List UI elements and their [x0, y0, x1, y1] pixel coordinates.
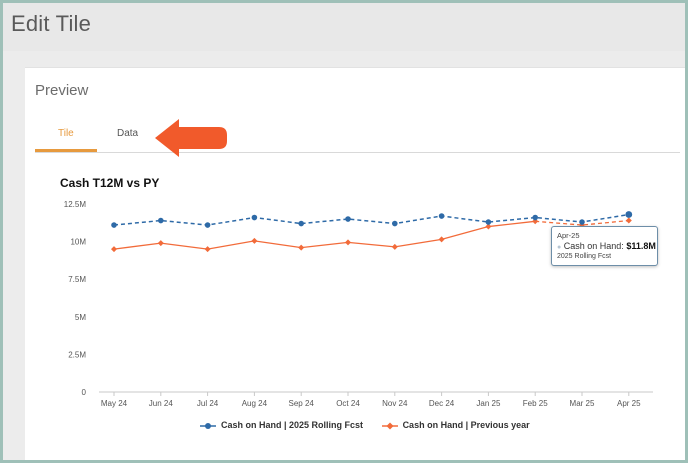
data-point-previous-year — [298, 244, 305, 251]
x-tick-label: Sep 24 — [289, 399, 315, 408]
x-tick-label: Jun 24 — [149, 399, 174, 408]
series-line-previous-year — [113, 220, 536, 250]
x-tick-label: Mar 25 — [570, 399, 595, 408]
x-tick-label: Jul 24 — [197, 399, 219, 408]
y-tick-label: 7.5M — [68, 275, 86, 284]
tooltip-dot-icon: ● — [557, 244, 562, 251]
data-point-rolling-fcst — [345, 216, 351, 222]
tooltip-series: 2025 Rolling Fcst — [557, 253, 612, 260]
data-point-rolling-fcst — [298, 220, 305, 227]
data-point-previous-year — [111, 246, 117, 253]
data-point-previous-year — [251, 237, 258, 244]
x-tick-label: May 24 — [101, 399, 128, 408]
y-tick-label: 12.5M — [64, 200, 87, 209]
y-tick-label: 0 — [82, 388, 87, 397]
data-point-rolling-fcst — [532, 214, 538, 221]
data-point-rolling-fcst — [438, 213, 445, 219]
data-point-previous-year — [157, 240, 164, 247]
edit-tile-window: Edit Tile Preview Tile Data Cash T12M vs… — [3, 3, 685, 460]
preview-card: Preview Tile Data Cash T12M vs PY 0 2.5M 5… — [25, 67, 685, 460]
x-tick-label: Dec 24 — [429, 399, 455, 408]
tooltip-value-line: ● Cash on Hand: $11.8M — [557, 241, 656, 251]
data-point-previous-year — [391, 243, 398, 250]
y-tick-label: 2.5M — [68, 350, 86, 359]
x-tick-label: Oct 24 — [336, 399, 360, 408]
data-point-previous-year — [438, 236, 445, 243]
chart-tooltip: Apr-25 ● Cash on Hand: $11.8M 2025 Rolli… — [551, 226, 658, 266]
legend-item-previous-year[interactable]: Cash on Hand | Previous year — [381, 420, 530, 430]
legend-item-rolling-fcst[interactable]: Cash on Hand | 2025 Rolling Fcst — [200, 420, 363, 430]
data-point-rolling-fcst — [625, 211, 633, 218]
x-tick-label: Apr 25 — [617, 399, 641, 408]
series-line-rolling-fcst — [113, 213, 629, 226]
x-tick-label: Feb 25 — [523, 399, 548, 408]
tooltip-value: $11.8M — [626, 241, 656, 251]
data-point-rolling-fcst — [111, 222, 117, 228]
data-point-previous-year — [625, 217, 632, 224]
x-tick-label: Jan 25 — [476, 399, 501, 408]
legend-label: Cash on Hand | 2025 Rolling Fcst — [221, 420, 364, 430]
data-point-rolling-fcst — [485, 219, 492, 225]
x-tick-label: Aug 24 — [242, 399, 268, 408]
data-point-previous-year — [204, 246, 211, 253]
header-bar: Edit Tile — [3, 3, 685, 51]
data-point-rolling-fcst — [204, 222, 211, 228]
page-title: Edit Tile — [11, 11, 92, 36]
legend-label: Cash on Hand | Previous year — [402, 420, 530, 430]
tooltip-metric: Cash on Hand — [563, 241, 622, 251]
data-point-rolling-fcst — [579, 219, 585, 225]
data-point-previous-year — [345, 239, 351, 246]
legend-diamond-marker-icon — [381, 422, 398, 430]
x-tick-label: Nov 24 — [382, 399, 408, 408]
y-tick-label: 5M — [75, 313, 86, 322]
chart-legend: Cash on Hand | 2025 Rolling Fcst Cash on… — [200, 420, 546, 434]
data-point-rolling-fcst — [251, 214, 258, 221]
data-point-rolling-fcst — [392, 220, 398, 227]
tooltip-date: Apr-25 — [557, 231, 580, 240]
legend-circle-marker-icon — [200, 422, 216, 429]
y-tick-label: 10M — [70, 238, 86, 247]
data-point-rolling-fcst — [158, 217, 164, 224]
